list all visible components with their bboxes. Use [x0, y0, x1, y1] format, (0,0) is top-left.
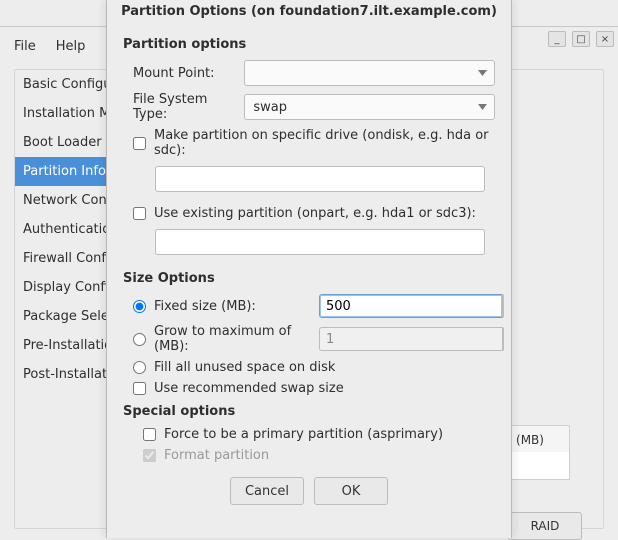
- section-special-options: Special options: [123, 404, 495, 419]
- use-recommended-label: Use recommended swap size: [154, 381, 344, 396]
- fs-type-combo[interactable]: swap: [244, 94, 495, 120]
- minimize-button[interactable]: _: [548, 31, 566, 47]
- fs-type-value: swap: [253, 100, 287, 115]
- mount-point-label: Mount Point:: [133, 66, 244, 81]
- fixed-size-input[interactable]: [319, 294, 502, 318]
- dialog-title: Partition Options (on foundation7.ilt.ex…: [107, 0, 511, 29]
- format-partition-checkbox: [143, 449, 156, 462]
- use-recommended-checkbox[interactable]: [133, 382, 146, 395]
- make-partition-label: Make partition on specific drive (ondisk…: [154, 128, 495, 158]
- menu-help[interactable]: Help: [46, 35, 96, 58]
- section-partition-options: Partition options: [123, 37, 495, 52]
- format-partition-label: Format partition: [164, 448, 269, 463]
- grow-max-radio[interactable]: [133, 333, 146, 346]
- partition-options-dialog: Partition Options (on foundation7.ilt.ex…: [106, 0, 512, 538]
- fixed-size-radio[interactable]: [133, 300, 146, 313]
- close-button[interactable]: ×: [596, 31, 614, 47]
- use-existing-checkbox[interactable]: [133, 207, 146, 220]
- cancel-button[interactable]: Cancel: [230, 477, 304, 505]
- grow-max-label: Grow to maximum of (MB):: [154, 324, 311, 354]
- mount-point-combo[interactable]: [244, 60, 495, 86]
- ok-button[interactable]: OK: [314, 477, 388, 505]
- grow-max-input[interactable]: [319, 327, 502, 351]
- make-partition-input[interactable]: [155, 166, 485, 192]
- grow-max-spinner[interactable]: [319, 327, 495, 351]
- make-partition-checkbox[interactable]: [133, 137, 146, 150]
- chevron-down-icon: [476, 70, 488, 76]
- use-existing-input[interactable]: [155, 229, 485, 255]
- raid-button[interactable]: RAID: [508, 512, 582, 540]
- fixed-size-spinner[interactable]: [319, 294, 495, 318]
- menu-file[interactable]: File: [4, 35, 46, 58]
- fs-type-label: File System Type:: [133, 92, 244, 122]
- section-size-options: Size Options: [123, 271, 495, 286]
- use-existing-label: Use existing partition (onpart, e.g. hda…: [154, 206, 476, 221]
- maximize-button[interactable]: □: [572, 31, 590, 47]
- force-primary-checkbox[interactable]: [143, 428, 156, 441]
- chevron-down-icon: [476, 104, 488, 110]
- fixed-size-label: Fixed size (MB):: [154, 299, 311, 314]
- force-primary-label: Force to be a primary partition (asprima…: [164, 427, 443, 442]
- fill-unused-radio[interactable]: [133, 361, 146, 374]
- fill-unused-label: Fill all unused space on disk: [154, 360, 335, 375]
